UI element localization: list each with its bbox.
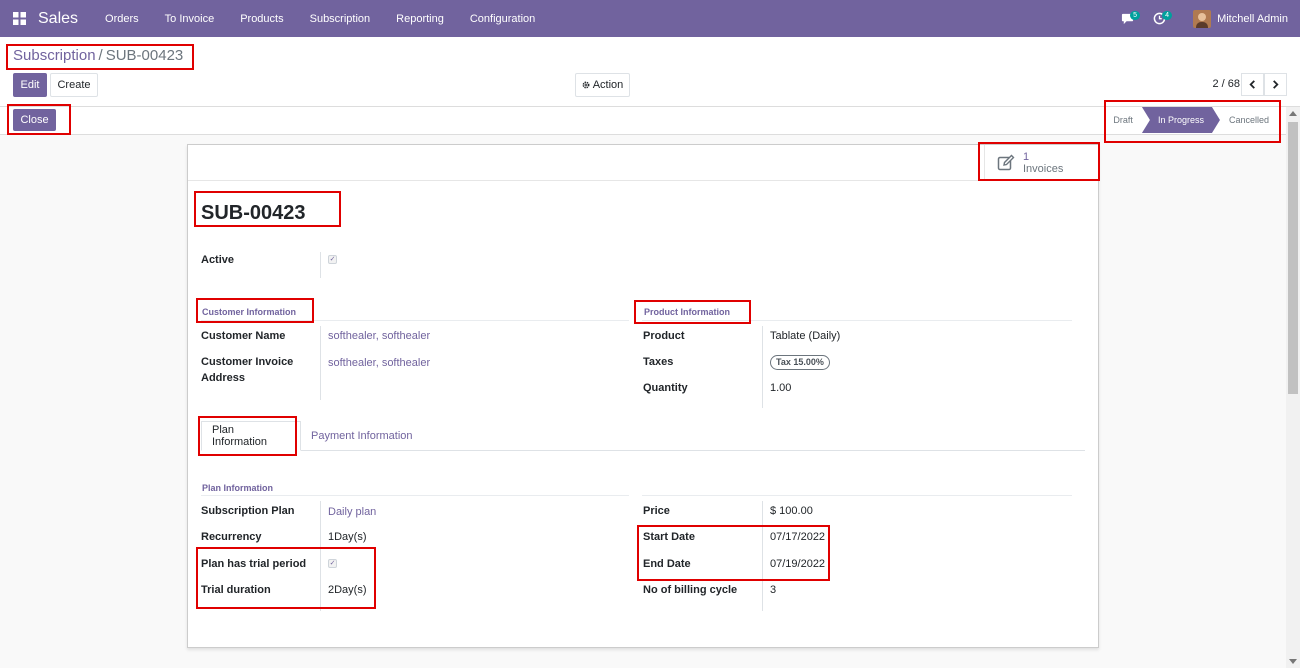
messages-button[interactable]: 5: [1117, 9, 1141, 29]
field-divider: [762, 501, 763, 611]
avatar: [1193, 9, 1212, 28]
chevron-left-icon: [1249, 80, 1255, 89]
gear-icon: [582, 81, 590, 89]
recurrency-label: Recurrency: [201, 531, 262, 543]
product-value[interactable]: Tablate (Daily): [770, 328, 840, 344]
menu-configuration[interactable]: Configuration: [457, 13, 548, 25]
invoices-count: 1: [1023, 151, 1030, 163]
scroll-thumb[interactable]: [1288, 122, 1298, 394]
price-label: Price: [643, 505, 670, 517]
breadcrumb-separator: /: [98, 47, 103, 64]
action-button-label: Action: [592, 79, 624, 91]
record-title[interactable]: SUB-00423: [201, 202, 306, 225]
end-date-value[interactable]: 07/19/2022: [770, 556, 825, 572]
breadcrumb-current: SUB-00423: [105, 47, 184, 64]
quantity-label: Quantity: [643, 382, 688, 394]
activities-button[interactable]: 4: [1149, 9, 1173, 29]
status-steps: Draft In Progress Cancelled: [1104, 107, 1278, 133]
end-date-label: End Date: [643, 558, 691, 570]
user-name: Mitchell Admin: [1217, 12, 1288, 25]
taxes-label: Taxes: [643, 356, 674, 368]
start-date-value[interactable]: 07/17/2022: [770, 529, 825, 545]
trial-duration-label: Trial duration: [201, 584, 271, 596]
trial-period-checkbox[interactable]: ✓: [328, 559, 337, 568]
action-button[interactable]: Action: [575, 73, 630, 97]
customer-invoice-label-line2: Address: [201, 372, 246, 384]
user-menu[interactable]: Mitchell Admin: [1193, 9, 1288, 28]
billing-cycle-label: No of billing cycle: [643, 584, 738, 596]
statusbar: Close Draft In Progress Cancelled: [0, 107, 1300, 135]
recurrency-value[interactable]: 1Day(s): [328, 529, 367, 545]
invoices-smart-button[interactable]: 1 Invoices: [984, 145, 1096, 181]
status-step-draft[interactable]: Draft: [1104, 107, 1142, 133]
app-brand[interactable]: Sales: [38, 10, 78, 28]
field-divider: [320, 326, 321, 400]
tab-payment-information[interactable]: Payment Information: [301, 421, 423, 451]
tax-tag[interactable]: Tax 15.00%: [770, 355, 830, 370]
create-button[interactable]: Create: [50, 73, 98, 97]
section-divider: [201, 320, 629, 321]
chevron-right-icon: [1273, 80, 1279, 89]
customer-section-title: Customer Information: [202, 307, 297, 317]
active-label: Active: [201, 254, 235, 266]
control-panel: Subscription / SUB-00423 Edit Create Actio…: [0, 37, 1300, 107]
pager-buttons: [1241, 73, 1287, 96]
form-sheet: 1 Invoices SUB-00423 Active ✓ Customer I…: [187, 144, 1099, 648]
product-label: Product: [643, 330, 685, 342]
section-divider: [201, 495, 629, 496]
section-divider: [642, 495, 1072, 496]
billing-cycle-value[interactable]: 3: [770, 582, 776, 598]
pencil-square-icon: [997, 154, 1015, 171]
section-divider: [642, 320, 1072, 321]
activities-count-badge: 4: [1162, 10, 1173, 20]
active-checkbox[interactable]: ✓: [328, 255, 337, 264]
pager-previous-button[interactable]: [1241, 73, 1264, 96]
subscription-plan-value[interactable]: Daily plan: [328, 504, 376, 520]
field-divider: [762, 326, 763, 408]
app-menu-icon[interactable]: [0, 0, 38, 37]
customer-invoice-value[interactable]: softhealer, softhealer: [328, 355, 430, 371]
scroll-up-arrow[interactable]: [1289, 111, 1297, 116]
quantity-value[interactable]: 1.00: [770, 380, 791, 396]
status-step-cancelled[interactable]: Cancelled: [1220, 107, 1278, 133]
messages-count-badge: 5: [1130, 10, 1141, 20]
page-scrollbar[interactable]: [1286, 107, 1300, 668]
customer-name-value[interactable]: softhealer, softhealer: [328, 328, 430, 344]
notebook-tabs: Plan Information Payment Information: [201, 421, 1085, 451]
product-section-title: Product Information: [644, 307, 730, 317]
price-value[interactable]: $ 100.00: [770, 503, 813, 519]
pager-value[interactable]: 2 / 68: [1212, 78, 1240, 90]
menu-products[interactable]: Products: [227, 13, 296, 25]
button-box: 1 Invoices: [188, 145, 1098, 181]
scroll-down-arrow[interactable]: [1289, 659, 1297, 664]
tab-plan-information[interactable]: Plan Information: [201, 421, 301, 451]
menu-to-invoice[interactable]: To Invoice: [152, 13, 228, 25]
breadcrumb-parent-link[interactable]: Subscription: [13, 47, 96, 64]
pager-next-button[interactable]: [1264, 73, 1287, 96]
start-date-label: Start Date: [643, 531, 695, 543]
status-step-in-progress[interactable]: In Progress: [1142, 107, 1220, 133]
invoices-label: Invoices: [1023, 163, 1064, 175]
field-divider: [320, 501, 321, 611]
top-navbar: Sales Orders To Invoice Products Subscri…: [0, 0, 1300, 37]
menu-reporting[interactable]: Reporting: [383, 13, 457, 25]
field-divider: [320, 252, 321, 278]
subscription-plan-label: Subscription Plan: [201, 505, 295, 517]
customer-invoice-label-line1: Customer Invoice: [201, 356, 294, 368]
customer-name-label: Customer Name: [201, 330, 286, 342]
trial-period-label: Plan has trial period: [201, 558, 307, 570]
menu-subscription[interactable]: Subscription: [297, 13, 384, 25]
menu-orders[interactable]: Orders: [92, 13, 152, 25]
trial-duration-value[interactable]: 2Day(s): [328, 582, 367, 598]
edit-button[interactable]: Edit: [13, 73, 47, 97]
plan-section-title: Plan Information: [202, 483, 274, 493]
close-button[interactable]: Close: [13, 109, 56, 131]
breadcrumb: Subscription / SUB-00423: [13, 47, 183, 64]
